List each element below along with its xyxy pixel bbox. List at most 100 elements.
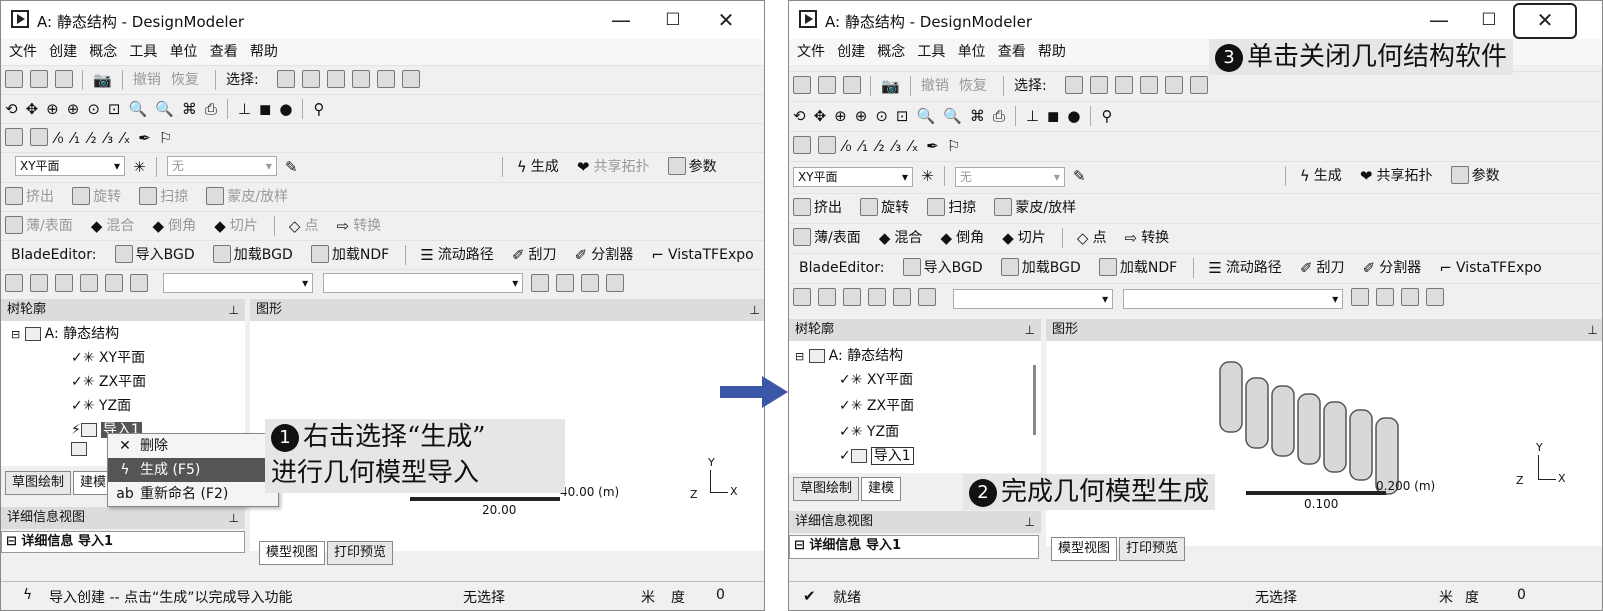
- point-button[interactable]: 点: [1092, 224, 1106, 252]
- tree-node-yz-plane[interactable]: ✓✳ YZ面: [839, 421, 899, 441]
- select-face-icon[interactable]: [376, 70, 395, 88]
- blade-button[interactable]: 刮刀: [1317, 254, 1345, 282]
- menu-view[interactable]: 查看: [210, 39, 238, 65]
- slice-icon[interactable]: ◆: [1002, 224, 1014, 252]
- sweep-button[interactable]: 扫掠: [948, 194, 976, 222]
- axis-icon[interactable]: ⊥: [1026, 102, 1039, 130]
- blade-icon[interactable]: ✐: [1300, 254, 1313, 282]
- blade-select-2[interactable]: [323, 273, 524, 293]
- load-bgd-button[interactable]: 加载BGD: [234, 241, 293, 269]
- undo-button[interactable]: 撤销: [133, 66, 161, 94]
- select-edge-icon[interactable]: [351, 70, 370, 88]
- blend-icon[interactable]: ◆: [879, 224, 891, 252]
- select-new-icon[interactable]: [793, 136, 811, 154]
- magnify-icon[interactable]: 🔍: [128, 95, 147, 123]
- menu-item-delete[interactable]: ✕ 删除: [108, 434, 278, 458]
- export-icon[interactable]: [843, 76, 861, 94]
- select-filter-icon[interactable]: [301, 70, 320, 88]
- select-point-icon[interactable]: [1114, 76, 1133, 94]
- splitter-icon[interactable]: ✐: [575, 241, 588, 269]
- point-icon[interactable]: ◇: [1077, 224, 1089, 252]
- generate-button[interactable]: 生成: [1314, 162, 1342, 190]
- flow-path-button[interactable]: 流动路径: [1226, 254, 1282, 282]
- load-ndf-icon[interactable]: [1098, 258, 1117, 276]
- export-icon[interactable]: [55, 70, 73, 88]
- generate-icon[interactable]: ϟ: [1300, 162, 1310, 190]
- sketch-select[interactable]: 无: [166, 156, 277, 176]
- magnify-icon[interactable]: 🔍: [916, 102, 935, 130]
- blade-select-1[interactable]: [953, 289, 1114, 309]
- tree-node-root[interactable]: ⊟ A: 静态结构: [795, 345, 903, 365]
- import-bgd-icon[interactable]: [114, 245, 133, 263]
- extend-3-icon[interactable]: ⁄₃: [105, 124, 114, 152]
- extend-2-icon[interactable]: ⁄₂: [88, 124, 97, 152]
- blend-button[interactable]: 混合: [894, 224, 922, 252]
- tree-node-import1[interactable]: ✓ 导入1: [839, 445, 914, 465]
- blade-tool-9-icon[interactable]: [581, 274, 600, 292]
- flag-icon[interactable]: ⚐: [159, 124, 172, 152]
- menu-view[interactable]: 查看: [998, 39, 1026, 65]
- minimize-button[interactable]: —: [1419, 5, 1459, 35]
- vistatf-icon[interactable]: ⌐: [651, 241, 664, 269]
- tab-model-view[interactable]: 模型视图: [1051, 537, 1118, 561]
- menu-concept[interactable]: 概念: [877, 39, 905, 65]
- vistatf-button[interactable]: VistaTFExpo: [1456, 254, 1542, 282]
- new-sketch-icon[interactable]: ✎: [285, 153, 298, 181]
- sweep-icon[interactable]: [139, 187, 158, 205]
- camera-icon[interactable]: 📷: [881, 72, 900, 100]
- tree-scrollbar[interactable]: [1033, 365, 1036, 435]
- blade-tool-3-icon[interactable]: [55, 274, 73, 292]
- display-model-icon[interactable]: ◼: [1047, 102, 1059, 130]
- load-ndf-button[interactable]: 加载NDF: [1120, 254, 1177, 282]
- conversion-icon[interactable]: ⇨: [337, 212, 350, 240]
- menu-help[interactable]: 帮助: [250, 39, 278, 65]
- pin-icon[interactable]: ⊥: [229, 507, 239, 529]
- blade-tool-3-icon[interactable]: [843, 288, 861, 306]
- conversion-button[interactable]: 转换: [1141, 224, 1169, 252]
- blade-tool-6-icon[interactable]: [130, 274, 148, 292]
- pin-icon[interactable]: ⊥: [229, 299, 239, 321]
- blend-button[interactable]: 混合: [106, 212, 134, 240]
- skin-loft-icon[interactable]: [206, 187, 225, 205]
- extend-x-icon[interactable]: ⁄ₓ: [909, 132, 918, 160]
- revolve-icon[interactable]: [860, 198, 879, 216]
- tree-node-xy-plane[interactable]: ✓✳ XY平面: [71, 347, 145, 367]
- select-new-icon[interactable]: [5, 128, 23, 146]
- select-extend-icon[interactable]: [818, 136, 836, 154]
- point-button[interactable]: 点: [304, 212, 318, 240]
- select-mode-icon[interactable]: [1064, 76, 1083, 94]
- blade-select-1[interactable]: [163, 273, 314, 293]
- vistatf-button[interactable]: VistaTFExpo: [668, 241, 754, 269]
- new-icon[interactable]: [793, 76, 811, 94]
- slice-button[interactable]: 切片: [230, 212, 258, 240]
- parameters-icon[interactable]: [1450, 166, 1469, 184]
- blade-tool-4-icon[interactable]: [868, 288, 886, 306]
- menu-item-rename[interactable]: ab 重新命名 (F2): [108, 482, 278, 506]
- share-topology-icon[interactable]: ❤: [1360, 162, 1373, 190]
- generate-icon[interactable]: ϟ: [517, 153, 527, 181]
- blade-icon[interactable]: ✐: [512, 241, 525, 269]
- menu-create[interactable]: 创建: [837, 39, 865, 65]
- close-button[interactable]: ✕: [706, 5, 746, 35]
- revolve-icon[interactable]: [72, 187, 91, 205]
- blade-select-2[interactable]: [1123, 289, 1344, 309]
- extrude-icon[interactable]: [793, 198, 811, 216]
- extend-0-icon[interactable]: ⁄₀: [55, 124, 64, 152]
- share-topology-button[interactable]: 共享拓扑: [593, 153, 649, 181]
- blade-tool-5-icon[interactable]: [893, 288, 911, 306]
- details-row[interactable]: ⊟ 详细信息 导入1: [789, 535, 1039, 559]
- menu-file[interactable]: 文件: [9, 39, 37, 65]
- extend-1-icon[interactable]: ⁄₁: [72, 124, 81, 152]
- magnify-out-icon[interactable]: 🔍: [155, 95, 174, 123]
- thin-surface-icon[interactable]: [5, 216, 23, 234]
- blade-tool-9-icon[interactable]: [1401, 288, 1420, 306]
- plane-select[interactable]: XY平面: [793, 167, 913, 187]
- skin-loft-icon[interactable]: [994, 198, 1013, 216]
- blade-tool-2-icon[interactable]: [818, 288, 836, 306]
- chamfer-button[interactable]: 倒角: [168, 212, 196, 240]
- select-body-icon[interactable]: [401, 70, 420, 88]
- blade-tool-8-icon[interactable]: [1376, 288, 1395, 306]
- menu-item-generate[interactable]: ϟ 生成 (F5): [108, 458, 278, 482]
- revolve-button[interactable]: 旋转: [93, 183, 121, 211]
- select-face-icon[interactable]: [1164, 76, 1183, 94]
